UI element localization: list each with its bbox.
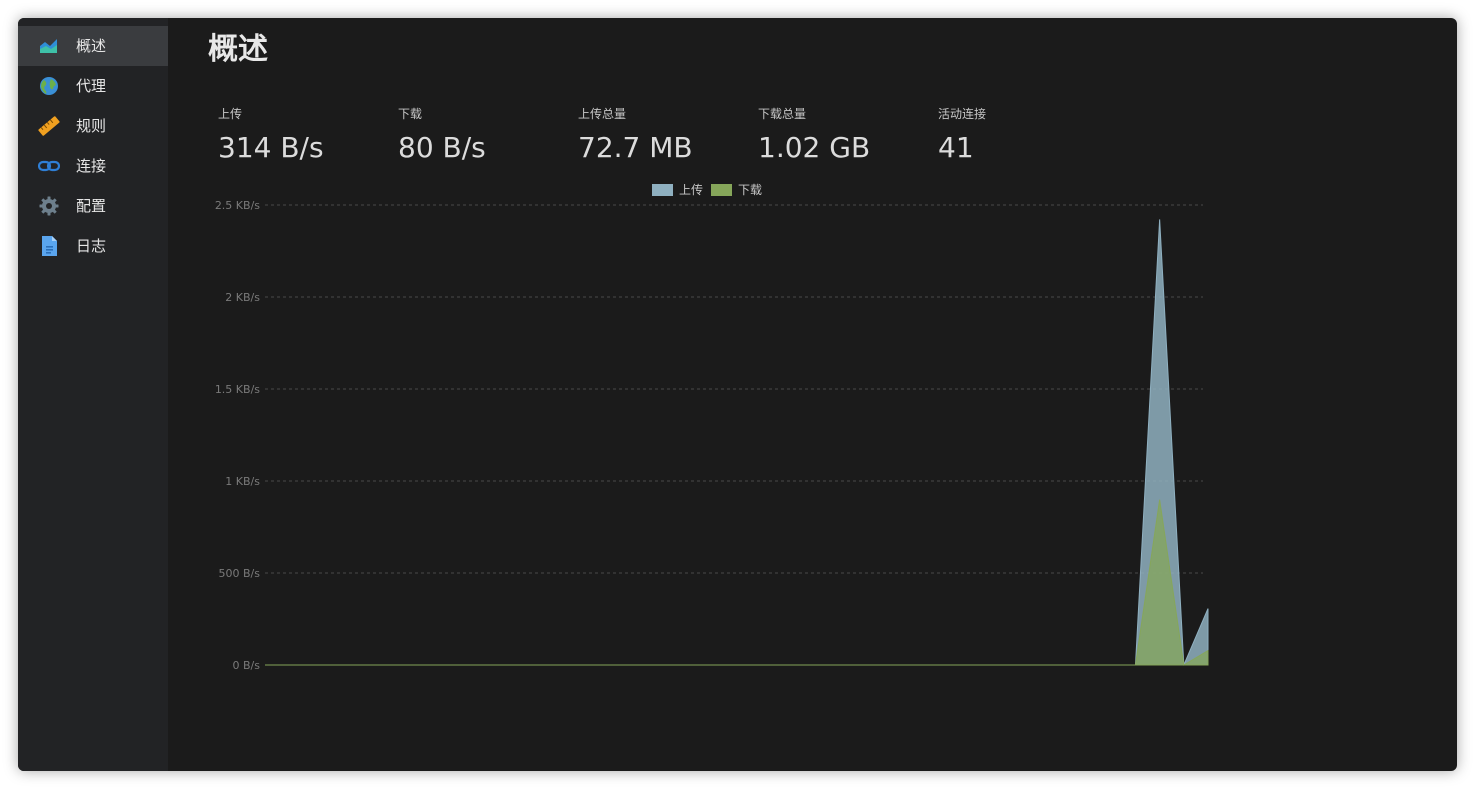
main-content: 概述 上传 314 B/s 下载 80 B/s 上传总量 72.7 MB 下载总… xyxy=(168,18,1457,771)
sidebar-item-overview[interactable]: 概述 xyxy=(18,26,168,66)
sidebar-item-connections[interactable]: 连接 xyxy=(18,146,168,186)
sidebar-item-label: 配置 xyxy=(76,197,107,215)
sidebar-item-logs[interactable]: 日志 xyxy=(18,226,168,266)
sidebar-item-label: 规则 xyxy=(76,117,107,135)
sidebar-item-label: 概述 xyxy=(76,37,107,55)
sidebar-item-label: 代理 xyxy=(76,77,107,95)
area-chart-icon xyxy=(40,39,57,53)
sidebar-item-label: 日志 xyxy=(76,237,107,255)
sidebar-item-proxies[interactable]: 代理 xyxy=(18,66,168,106)
gear-icon xyxy=(39,196,59,216)
app-window: 概述 代理 规则 连接 配置 日志 概述 上传 314 B/s 下载 80 B/… xyxy=(18,18,1457,771)
series-area-download xyxy=(265,499,1209,666)
y-tick-label: 2 KB/s xyxy=(225,291,260,304)
link-icon xyxy=(38,160,60,172)
sidebar-item-label: 连接 xyxy=(76,157,107,175)
sidebar-item-config[interactable]: 配置 xyxy=(18,186,168,226)
sidebar-item-rules[interactable]: 规则 xyxy=(18,106,168,146)
ruler-icon xyxy=(38,116,60,136)
y-tick-label: 2.5 KB/s xyxy=(215,199,260,212)
y-tick-label: 500 B/s xyxy=(219,567,261,580)
document-icon xyxy=(42,236,57,256)
globe-icon xyxy=(40,77,58,95)
traffic-chart: 0 B/s 500 B/s 1 KB/s 1.5 KB/s 2 KB/s 2.5 KB/s xyxy=(215,199,1209,672)
y-tick-label: 0 B/s xyxy=(233,659,261,672)
y-tick-label: 1 KB/s xyxy=(225,475,260,488)
sidebar: 概述 代理 规则 连接 配置 日志 xyxy=(18,18,168,771)
series-area-upload xyxy=(265,219,1209,666)
y-tick-label: 1.5 KB/s xyxy=(215,383,260,396)
